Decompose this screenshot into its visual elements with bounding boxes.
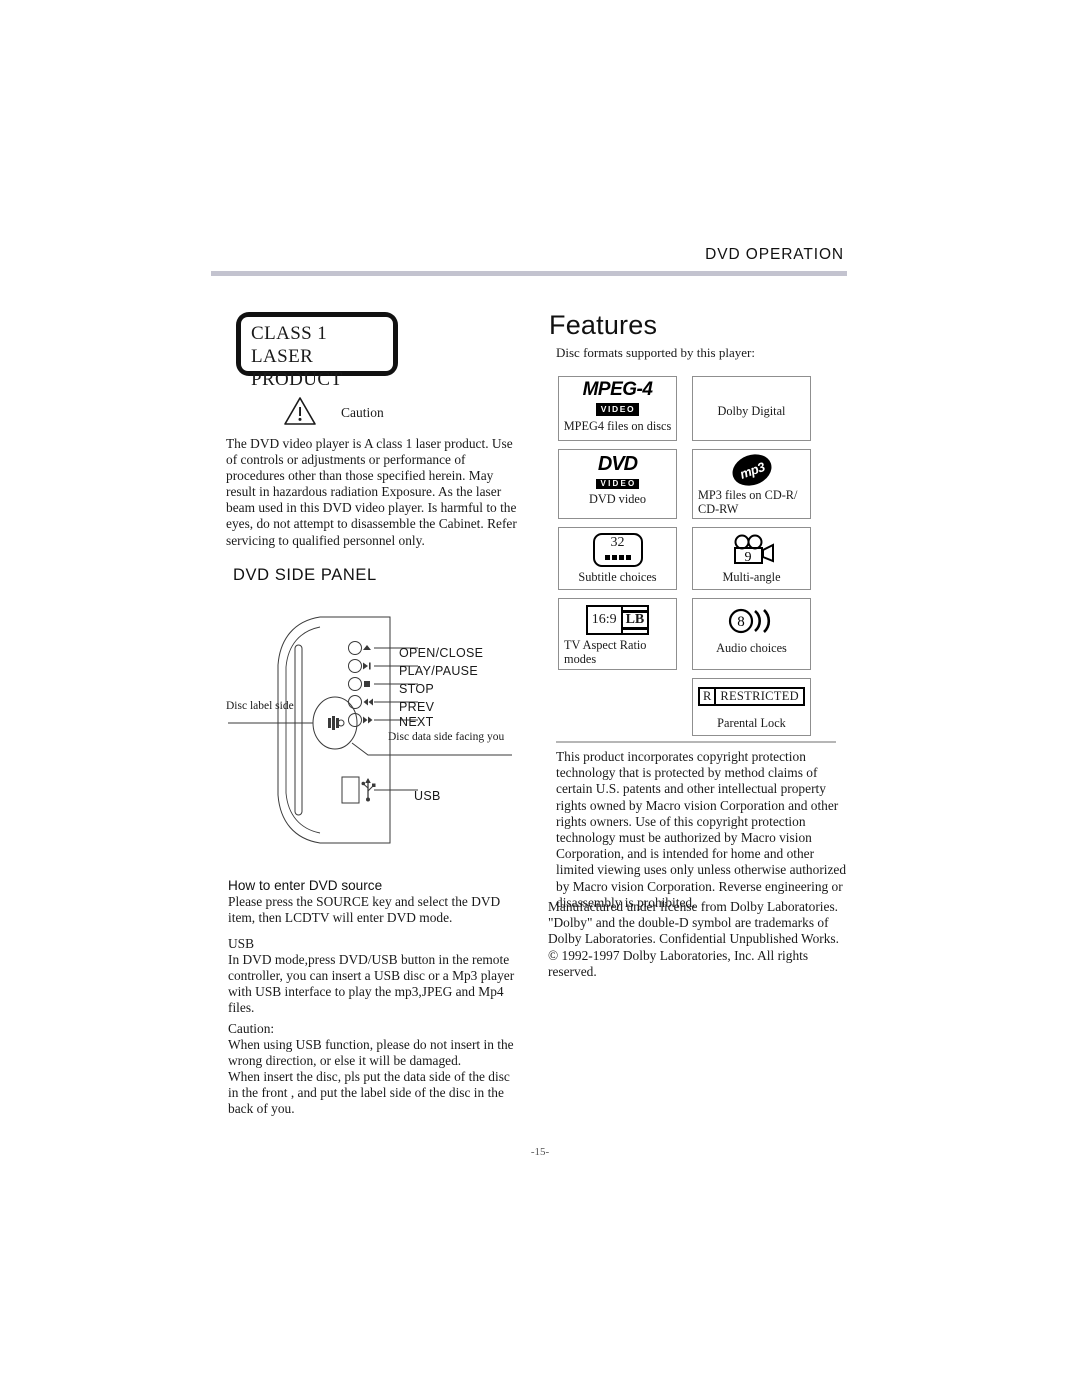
panel-button-label-play-pause: PLAY/PAUSE <box>399 664 478 678</box>
feature-grid-row: 32 Subtitle choices 9 Multi-angle <box>558 527 812 590</box>
features-intro-text: Disc formats supported by this player: <box>556 345 755 360</box>
dolby-license-paragraph: Manufactured under license from Dolby La… <box>548 899 839 979</box>
feature-label-mpeg4: MPEG4 files on discs <box>563 419 672 433</box>
feature-grid-row: MPEG-4 VIDEO MPEG4 files on discs Dolby … <box>558 376 812 441</box>
macrovision-copyright-paragraph: This product incorporates copyright prot… <box>556 749 847 910</box>
laser-badge-line-1: CLASS 1 LASER <box>251 323 328 367</box>
subtitle-count: 32 <box>610 535 625 550</box>
audio-choices-count: 8 <box>737 614 745 630</box>
feature-cell-subtitle: 32 Subtitle choices <box>558 527 677 590</box>
feature-cell-audio-choices: 8 Audio choices <box>692 598 811 670</box>
subtitle-dots <box>604 551 632 563</box>
page-number: -15- <box>530 1146 550 1158</box>
dvd-logo-bottom: VIDEO <box>595 479 640 489</box>
feature-cell-parental-lock: R RESTRICTED Parental Lock <box>692 678 811 736</box>
warning-triangle-icon <box>284 397 316 425</box>
caution-row: Caution <box>283 396 513 430</box>
aspect-ratio-value: 16:9 <box>588 606 623 633</box>
usb-caution-heading: Caution: <box>228 1021 275 1036</box>
usb-caution-body-2: When insert the disc, pls put the data s… <box>228 1068 510 1116</box>
copyright-divider-rule <box>556 741 836 743</box>
caution-label: Caution <box>341 405 384 420</box>
usb-port-label: USB <box>414 789 441 803</box>
page-header-title: DVD OPERATION <box>705 246 844 263</box>
dvd-video-logo: DVD VIDEO <box>563 453 672 489</box>
feature-grid-row: DVD VIDEO DVD video mp3 MP3 files on CD-… <box>558 449 812 519</box>
laser-safety-paragraph: The DVD video player is A class 1 laser … <box>226 436 517 548</box>
subtitle-icon: 32 <box>563 533 672 567</box>
feature-grid-row: 16:9 LB TV Aspect Ratio modes 8 Audio ch… <box>558 598 812 670</box>
how-to-enter-dvd-source-section: How to enter DVD source Please press the… <box>228 878 520 926</box>
feature-label-multi-angle: Multi-angle <box>722 570 781 584</box>
feature-label-parental-lock: Parental Lock <box>717 716 786 730</box>
class-1-laser-product-badge: CLASS 1 LASER PRODUCT <box>236 312 398 390</box>
mp3-logo-text: mp3 <box>737 458 766 482</box>
manual-page: DVD OPERATION CLASS 1 LASER PRODUCT Caut… <box>0 0 1080 1397</box>
feature-label-dolby-digital: Dolby Digital <box>717 404 786 418</box>
header-divider-rule <box>211 271 847 276</box>
features-heading: Features <box>549 310 658 340</box>
feature-label-audio-choices: Audio choices <box>716 641 787 655</box>
rating-letter: R <box>700 688 717 704</box>
letterbox-value: LB <box>622 606 648 633</box>
panel-button-label-prev: PREV <box>399 700 435 714</box>
usb-caution-body-1: When using USB function, please do not i… <box>228 1037 514 1068</box>
dvd-logo-top: DVD <box>597 453 638 475</box>
feature-label-mp3: MP3 files on CD-R/ CD-RW <box>698 488 798 516</box>
feature-cell-mpeg4: MPEG-4 VIDEO MPEG4 files on discs <box>558 376 677 441</box>
restricted-rating-icon: R RESTRICTED <box>697 684 806 708</box>
panel-button-label-stop: STOP <box>399 682 435 696</box>
feature-label-dvd-video: DVD video <box>588 492 647 506</box>
laser-badge-inner-panel: CLASS 1 LASER PRODUCT <box>241 317 393 390</box>
feature-label-subtitle: Subtitle choices <box>578 570 657 584</box>
feature-cell-mp3: mp3 MP3 files on CD-R/ CD-RW <box>692 449 811 519</box>
usb-section: USB In DVD mode,press DVD/USB button in … <box>228 936 520 1016</box>
mpeg4-video-logo: MPEG-4 VIDEO <box>563 379 672 416</box>
disc-label-side-label: Disc label side <box>226 700 294 712</box>
feature-cell-placeholder <box>558 678 677 736</box>
multi-angle-count: 9 <box>744 550 751 565</box>
dvd-side-panel-diagram <box>228 616 512 844</box>
usb-caution-section: Caution: When using USB function, please… <box>228 1021 520 1117</box>
rating-word: RESTRICTED <box>720 688 800 703</box>
disc-data-side-label: Disc data side facing you <box>388 731 505 743</box>
feature-label-aspect-ratio: TV Aspect Ratio modes <box>564 638 647 666</box>
mp3-logo: mp3 <box>697 449 806 491</box>
feature-cell-aspect-ratio: 16:9 LB TV Aspect Ratio modes <box>558 598 677 670</box>
feature-cell-multi-angle: 9 Multi-angle <box>692 527 811 590</box>
laser-badge-line-2: PRODUCT <box>251 369 343 390</box>
feature-grid-row: R RESTRICTED Parental Lock <box>558 678 812 736</box>
usb-section-heading: USB <box>228 936 255 951</box>
aspect-ratio-icon: 16:9 LB <box>563 604 672 635</box>
mpeg4-logo-bottom: VIDEO <box>595 403 640 416</box>
dvd-side-panel-heading: DVD SIDE PANEL <box>233 566 377 584</box>
feature-cell-dvd-video: DVD VIDEO DVD video <box>558 449 677 519</box>
panel-button-label-next: NEXT <box>399 715 434 729</box>
how-to-heading: How to enter DVD source <box>228 878 383 893</box>
supported-formats-grid: MPEG-4 VIDEO MPEG4 files on discs Dolby … <box>558 376 812 744</box>
stop-icon <box>364 681 370 687</box>
panel-button-label-open-close: OPEN/CLOSE <box>399 646 484 660</box>
multi-angle-camera-icon: 9 <box>697 533 806 567</box>
how-to-body: Please press the SOURCE key and select t… <box>228 894 501 925</box>
mpeg4-logo-top: MPEG-4 <box>582 379 653 400</box>
usb-section-body: In DVD mode,press DVD/USB button in the … <box>228 952 515 1015</box>
audio-choices-icon: 8 <box>697 604 806 638</box>
feature-cell-dolby-digital: Dolby Digital <box>692 376 811 441</box>
